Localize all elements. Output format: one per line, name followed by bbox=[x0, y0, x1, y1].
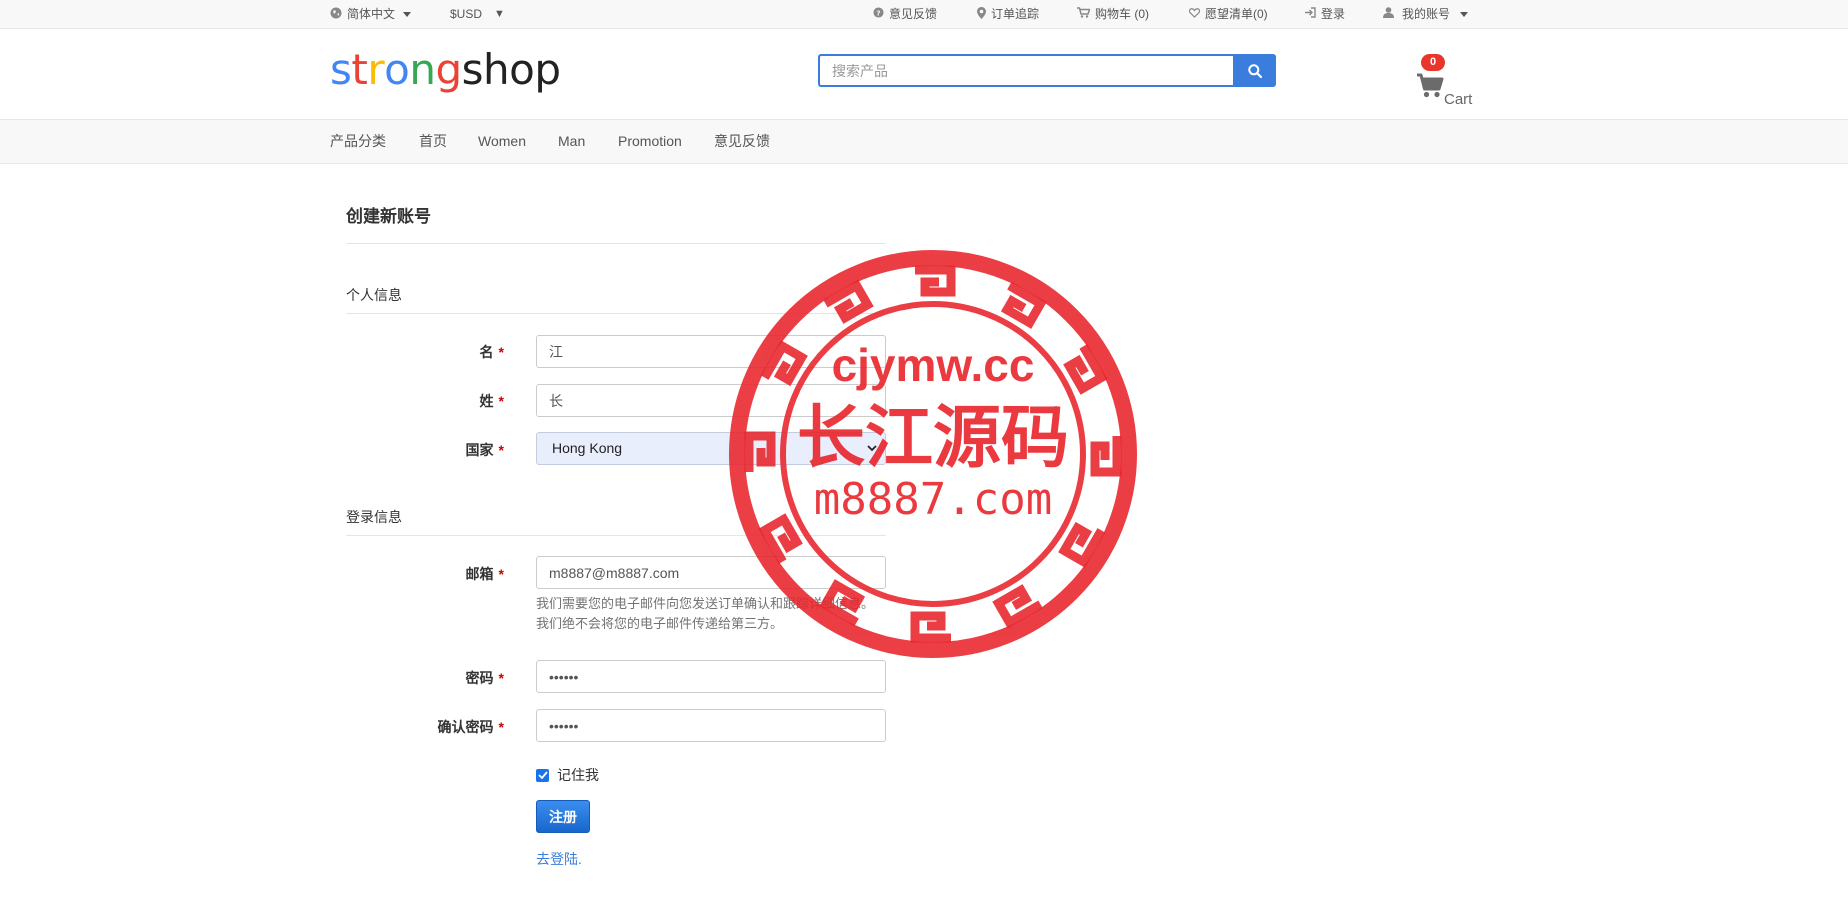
currency-selector[interactable]: $USD ▼ bbox=[450, 0, 505, 28]
remember-me[interactable]: 记住我 bbox=[536, 765, 599, 785]
country-select[interactable]: Hong Kong bbox=[536, 432, 886, 465]
required-asterisk: * bbox=[498, 344, 504, 360]
top-utility-bar: 简体中文 $USD ▼ ? 意见反馈 订单追踪 购物车 (0) 愿望清单(0) … bbox=[0, 0, 1848, 29]
register-button[interactable]: 注册 bbox=[536, 800, 590, 833]
site-header: strongshop 0 Cart bbox=[0, 29, 1848, 119]
last-name-label: 姓 * bbox=[480, 391, 504, 411]
search-button[interactable] bbox=[1233, 54, 1276, 87]
header-cart[interactable]: 0 Cart bbox=[1413, 47, 1473, 108]
login-link-top[interactable]: 登录 bbox=[1304, 0, 1345, 28]
wishlist-label: 愿望清单(0) bbox=[1205, 7, 1268, 21]
logo-letter: s bbox=[330, 45, 352, 94]
email-label: 邮箱 * bbox=[466, 564, 504, 584]
search-bar bbox=[818, 54, 1276, 87]
checkmark-icon bbox=[537, 771, 548, 779]
watermark-line3: m8887.com bbox=[814, 474, 1052, 525]
required-asterisk: * bbox=[498, 442, 504, 458]
globe-icon bbox=[330, 7, 342, 22]
last-name-field[interactable] bbox=[536, 384, 886, 417]
country-label-text: 国家 bbox=[465, 442, 494, 458]
chevron-down-icon bbox=[1460, 11, 1469, 17]
password-label-text: 密码 bbox=[465, 670, 494, 686]
email-help-text: 我们需要您的电子邮件向您发送订单确认和跟踪详细信息。 我们绝不会将您的电子邮件传… bbox=[536, 596, 875, 631]
logo-letter: o bbox=[509, 45, 535, 94]
strongshop-logo[interactable]: strongshop bbox=[330, 45, 561, 94]
password-label: 密码 * bbox=[466, 668, 504, 688]
go-to-login-link[interactable]: 去登陆. bbox=[536, 849, 582, 869]
confirm-password-field[interactable] bbox=[536, 709, 886, 742]
sign-in-icon bbox=[1304, 7, 1316, 21]
order-tracking-link[interactable]: 订单追踪 bbox=[977, 0, 1039, 28]
feedback-label: 意见反馈 bbox=[889, 7, 938, 21]
login-info-legend: 登录信息 bbox=[346, 509, 402, 525]
title-divider bbox=[346, 243, 886, 244]
svg-text:?: ? bbox=[876, 8, 880, 17]
shopping-cart-icon bbox=[1077, 7, 1091, 21]
first-name-label-text: 名 bbox=[479, 344, 494, 360]
country-value: Hong Kong bbox=[552, 440, 623, 456]
wishlist-link[interactable]: 愿望清单(0) bbox=[1188, 0, 1268, 28]
main-navigation: 产品分类 首页 Women Man Promotion 意见反馈 bbox=[0, 119, 1848, 164]
account-menu[interactable]: 我的账号 bbox=[1383, 0, 1469, 28]
language-selector[interactable]: 简体中文 bbox=[330, 0, 412, 28]
logo-letter: t bbox=[351, 45, 368, 94]
first-name-label: 名 * bbox=[480, 342, 504, 362]
nav-item-promotion[interactable]: Promotion bbox=[618, 120, 682, 163]
country-label: 国家 * bbox=[466, 440, 504, 460]
top-cart-label: 购物车 (0) bbox=[1095, 7, 1150, 21]
login-label: 登录 bbox=[1321, 7, 1346, 21]
required-asterisk: * bbox=[498, 393, 504, 409]
personal-info-legend: 个人信息 bbox=[346, 287, 402, 303]
chevron-down-icon bbox=[403, 11, 412, 17]
logo-letter: o bbox=[384, 45, 410, 94]
logo-letter: n bbox=[409, 45, 436, 94]
map-marker-icon bbox=[977, 6, 986, 22]
password-field[interactable] bbox=[536, 660, 886, 693]
feedback-link[interactable]: ? 意见反馈 bbox=[873, 0, 937, 28]
cart-label: Cart bbox=[1444, 91, 1473, 108]
required-asterisk: * bbox=[498, 670, 504, 686]
first-name-field[interactable] bbox=[536, 335, 886, 368]
nav-item-man[interactable]: Man bbox=[558, 120, 585, 163]
triangle-down-icon: ▼ bbox=[494, 8, 505, 20]
confirm-password-label-text: 确认密码 bbox=[437, 719, 494, 735]
logo-letter: r bbox=[367, 45, 385, 94]
email-field[interactable] bbox=[536, 556, 886, 589]
logo-letter: p bbox=[534, 45, 561, 94]
remember-me-checkbox[interactable] bbox=[536, 768, 549, 782]
cart-count-badge: 0 bbox=[1421, 54, 1445, 71]
order-tracking-label: 订单追踪 bbox=[991, 7, 1040, 21]
top-cart-link[interactable]: 购物车 (0) bbox=[1077, 0, 1149, 28]
required-asterisk: * bbox=[498, 566, 504, 582]
last-name-label-text: 姓 bbox=[479, 393, 494, 409]
remember-me-label: 记住我 bbox=[557, 767, 599, 783]
cart-icon bbox=[1417, 73, 1444, 98]
confirm-password-label: 确认密码 * bbox=[438, 717, 504, 737]
user-icon bbox=[1383, 7, 1394, 21]
question-circle-icon: ? bbox=[873, 7, 884, 21]
nav-item-feedback[interactable]: 意见反馈 bbox=[714, 120, 770, 163]
search-icon bbox=[1247, 63, 1262, 78]
chevron-down-icon bbox=[867, 445, 877, 452]
heart-icon bbox=[1188, 7, 1201, 21]
login-info-divider bbox=[346, 535, 886, 536]
nav-item-categories[interactable]: 产品分类 bbox=[330, 120, 386, 163]
nav-item-home[interactable]: 首页 bbox=[419, 120, 447, 163]
language-label: 简体中文 bbox=[347, 7, 396, 21]
currency-label: $USD bbox=[450, 7, 483, 21]
required-asterisk: * bbox=[498, 719, 504, 735]
account-label: 我的账号 bbox=[1402, 7, 1451, 21]
logo-letter: h bbox=[483, 45, 510, 94]
personal-info-divider bbox=[346, 313, 886, 314]
nav-item-women[interactable]: Women bbox=[478, 120, 526, 163]
search-input[interactable] bbox=[818, 54, 1233, 87]
logo-letter: g bbox=[435, 45, 462, 94]
logo-letter: s bbox=[461, 45, 484, 94]
page-title: 创建新账号 bbox=[346, 207, 431, 226]
email-label-text: 邮箱 bbox=[465, 566, 494, 582]
